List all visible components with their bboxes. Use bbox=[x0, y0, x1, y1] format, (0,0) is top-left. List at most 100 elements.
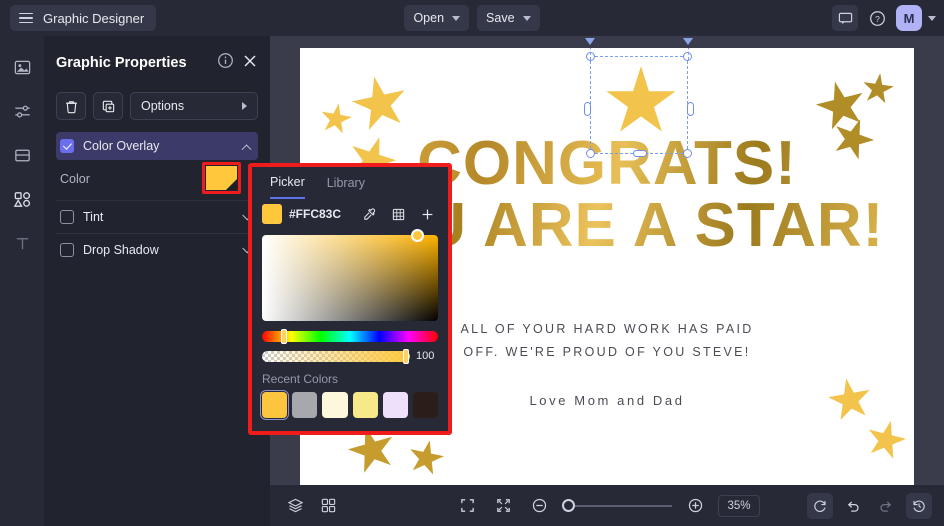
recent-color-swatch[interactable] bbox=[382, 392, 408, 418]
trash-icon bbox=[65, 100, 77, 113]
grid-palette-icon bbox=[392, 208, 404, 220]
top-bar-right: ? M bbox=[832, 0, 936, 36]
image-icon bbox=[14, 60, 30, 74]
selection-handle-bl[interactable] bbox=[586, 149, 595, 158]
recent-color-swatch[interactable] bbox=[352, 392, 378, 418]
alpha-value[interactable]: 100 bbox=[416, 350, 438, 362]
drop-shadow-label: Drop Shadow bbox=[83, 243, 159, 257]
saturation-value-area[interactable] bbox=[262, 229, 438, 321]
selection-handle-right[interactable] bbox=[687, 102, 694, 116]
comment-icon bbox=[838, 12, 852, 24]
fit-selection-icon bbox=[496, 499, 510, 512]
redo-button[interactable] bbox=[873, 493, 899, 519]
guide-marker-right bbox=[683, 38, 693, 45]
save-button[interactable]: Save bbox=[477, 5, 540, 31]
top-bar: Graphic Designer Open Save ? M bbox=[0, 0, 944, 36]
recent-colors-row bbox=[259, 390, 439, 420]
reset-button[interactable] bbox=[807, 492, 833, 519]
decor-star[interactable] bbox=[347, 71, 413, 137]
left-tool-rail bbox=[0, 36, 44, 526]
bottom-bar: 35% bbox=[270, 485, 944, 526]
current-color-swatch[interactable] bbox=[262, 204, 282, 224]
decor-star[interactable] bbox=[405, 437, 448, 480]
zoom-level[interactable]: 35% bbox=[718, 494, 760, 517]
shapes-icon bbox=[13, 191, 30, 207]
hue-handle[interactable] bbox=[281, 329, 287, 344]
fit-screen-button[interactable] bbox=[454, 493, 480, 519]
comment-button[interactable] bbox=[832, 5, 858, 31]
color-picker-tabs: Picker Library bbox=[262, 167, 438, 199]
decor-star[interactable] bbox=[862, 416, 910, 464]
open-button[interactable]: Open bbox=[404, 5, 470, 31]
divider bbox=[56, 200, 258, 201]
image-tool[interactable] bbox=[9, 54, 35, 80]
section-drop-shadow[interactable]: Drop Shadow bbox=[56, 236, 258, 264]
fit-screen-icon bbox=[460, 499, 474, 512]
options-button[interactable]: Options bbox=[130, 92, 258, 120]
shapes-tool[interactable] bbox=[9, 186, 35, 212]
zoom-out-icon bbox=[532, 498, 546, 513]
recent-color-swatch[interactable] bbox=[292, 392, 318, 418]
section-tint[interactable]: Tint bbox=[56, 203, 258, 231]
selection-box[interactable] bbox=[584, 52, 694, 158]
chevron-up-icon[interactable] bbox=[241, 143, 252, 154]
duplicate-button[interactable] bbox=[93, 92, 123, 120]
undo-button[interactable] bbox=[840, 493, 866, 519]
layout-tool[interactable] bbox=[9, 142, 35, 168]
redo-icon bbox=[880, 500, 892, 512]
sliders-icon bbox=[14, 105, 30, 117]
decor-star[interactable] bbox=[811, 76, 872, 137]
avatar[interactable]: M bbox=[896, 5, 922, 31]
color-picker-popup[interactable]: Picker Library #FFC83C 100 Recent Colors bbox=[252, 167, 448, 431]
alpha-slider[interactable] bbox=[262, 348, 410, 364]
guide-marker-left bbox=[585, 38, 595, 45]
recent-color-swatch[interactable] bbox=[322, 392, 348, 418]
zoom-slider[interactable] bbox=[562, 498, 672, 512]
decor-star[interactable] bbox=[317, 100, 354, 137]
undo-icon bbox=[847, 500, 859, 512]
history-icon bbox=[913, 500, 925, 512]
alpha-handle[interactable] bbox=[403, 348, 409, 364]
zoom-slider-knob[interactable] bbox=[562, 498, 575, 512]
delete-button[interactable] bbox=[56, 92, 86, 120]
panel-tool-row: Options bbox=[56, 92, 258, 120]
hue-slider[interactable] bbox=[262, 329, 438, 344]
selection-handle-br[interactable] bbox=[683, 149, 692, 158]
svg-text:?: ? bbox=[875, 13, 880, 23]
plus-icon bbox=[422, 209, 432, 219]
help-button[interactable]: ? bbox=[864, 5, 890, 31]
recent-color-swatch[interactable] bbox=[412, 392, 439, 418]
palette-button[interactable] bbox=[387, 204, 409, 224]
color-overlay-checkbox[interactable] bbox=[60, 139, 74, 153]
eyedropper-button[interactable] bbox=[358, 204, 380, 224]
add-color-button[interactable] bbox=[416, 204, 438, 224]
history-button[interactable] bbox=[906, 492, 932, 519]
sv-handle[interactable] bbox=[411, 229, 424, 242]
zoom-in-button[interactable] bbox=[682, 493, 708, 519]
tint-checkbox[interactable] bbox=[60, 210, 74, 224]
fit-selection-button[interactable] bbox=[490, 493, 516, 519]
close-icon[interactable] bbox=[242, 53, 258, 74]
save-label: Save bbox=[486, 11, 515, 25]
selection-handle-bottom[interactable] bbox=[633, 150, 647, 157]
properties-panel: Graphic Properties Options Color Overlay… bbox=[44, 36, 270, 526]
recent-color-swatch[interactable] bbox=[259, 390, 290, 420]
color-swatch-button[interactable] bbox=[206, 166, 237, 190]
section-color-overlay[interactable]: Color Overlay bbox=[56, 132, 258, 160]
info-icon[interactable] bbox=[217, 52, 234, 74]
decor-star[interactable] bbox=[860, 71, 896, 107]
chevron-right-icon bbox=[242, 102, 247, 110]
page-title: Graphic Properties bbox=[56, 55, 187, 71]
text-tool[interactable] bbox=[9, 230, 35, 256]
hex-value[interactable]: #FFC83C bbox=[289, 207, 351, 221]
drop-shadow-checkbox[interactable] bbox=[60, 243, 74, 257]
help-icon: ? bbox=[869, 10, 885, 26]
zoom-out-button[interactable] bbox=[526, 493, 552, 519]
app-window: Graphic Designer Open Save ? M Graphic P… bbox=[0, 0, 944, 526]
selection-handle-left[interactable] bbox=[584, 102, 591, 116]
adjustments-tool[interactable] bbox=[9, 98, 35, 124]
account-chevron-down-icon[interactable] bbox=[928, 15, 936, 21]
color-overlay-label: Color Overlay bbox=[83, 139, 160, 153]
tab-library[interactable]: Library bbox=[327, 167, 365, 199]
tab-picker[interactable]: Picker bbox=[270, 167, 305, 199]
